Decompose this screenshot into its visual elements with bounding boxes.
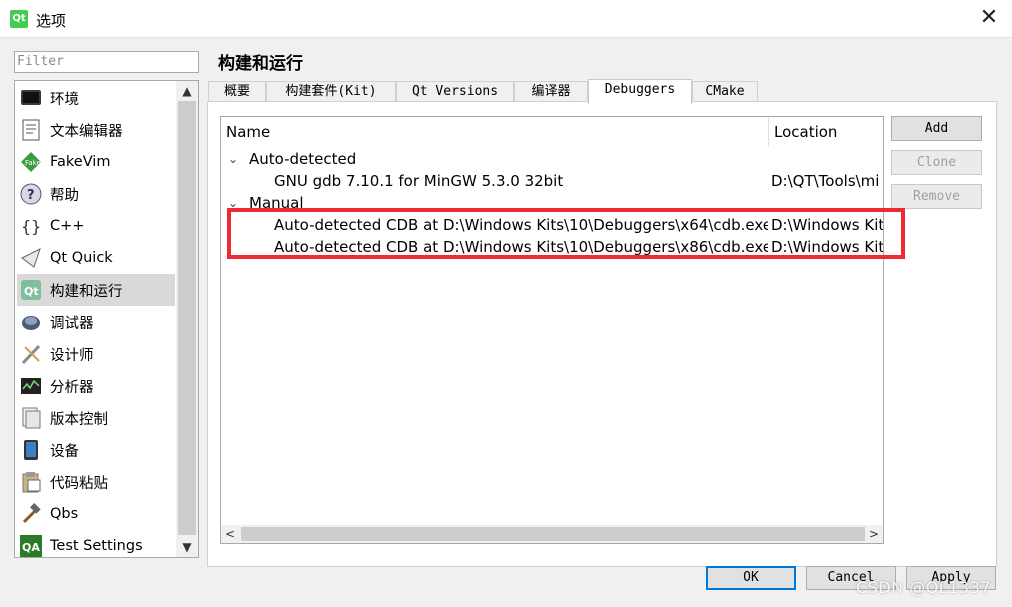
nav-item-label: FakeVim — [50, 154, 111, 170]
tab-overview[interactable]: 概要 — [208, 81, 266, 103]
debugger-row[interactable]: GNU gdb 7.10.1 for MinGW 5.3.0 32bit D:\… — [221, 170, 883, 192]
debugger-name: Auto-detected CDB at D:\Windows Kits\10\… — [274, 238, 768, 256]
debugger-location: D:\Windows Kit — [771, 216, 883, 234]
nav-item-qbs[interactable]: Qbs — [17, 498, 175, 530]
help-icon: ? — [20, 183, 42, 205]
scroll-left-icon[interactable]: < — [221, 525, 239, 543]
scrollbar-thumb[interactable] — [178, 101, 196, 535]
group-label: Manual — [249, 194, 304, 212]
debugger-icon — [20, 311, 42, 333]
nav-item-test-settings[interactable]: QA Test Settings — [17, 530, 175, 557]
designer-icon — [20, 343, 42, 365]
nav-item-environment[interactable]: 环境 — [17, 82, 175, 114]
text-editor-icon — [20, 119, 42, 141]
nav-item-label: C++ — [50, 218, 85, 234]
fakevim-icon: Fake — [20, 151, 42, 173]
watermark: CSDN @QL1337 — [856, 578, 991, 597]
analyzer-icon — [20, 375, 42, 397]
nav-item-label: 构建和运行 — [50, 283, 123, 300]
nav-item-label: 调试器 — [50, 315, 94, 332]
tab-compilers[interactable]: 编译器 — [514, 81, 588, 103]
nav-item-version-control[interactable]: 版本控制 — [17, 402, 175, 434]
nav-item-debugger[interactable]: 调试器 — [17, 306, 175, 338]
code-paste-icon — [20, 471, 42, 493]
filter-input[interactable]: Filter — [14, 51, 199, 73]
nav-item-help[interactable]: ? 帮助 — [17, 178, 175, 210]
nav-item-label: 代码粘贴 — [50, 475, 108, 492]
nav-item-build-run[interactable]: Qt 构建和运行 — [17, 274, 175, 306]
tab-kits[interactable]: 构建套件(Kit) — [266, 81, 396, 103]
scroll-up-icon[interactable]: ▲ — [176, 81, 198, 101]
qt-logo-icon: Qt — [10, 10, 28, 28]
debugger-name: Auto-detected CDB at D:\Windows Kits\10\… — [274, 216, 768, 234]
close-button[interactable]: ✕ — [974, 2, 1004, 34]
group-label: Auto-detected — [249, 150, 357, 168]
debugger-location: D:\QT\Tools\mi — [771, 172, 880, 190]
window-title: 选项 — [36, 12, 67, 30]
nav-item-fakevim[interactable]: Fake FakeVim — [17, 146, 175, 178]
svg-text:{}: {} — [21, 217, 41, 236]
debugger-location: D:\Windows Kit — [771, 238, 883, 256]
svg-text:?: ? — [27, 188, 35, 203]
version-control-icon — [20, 407, 42, 429]
debugger-row[interactable]: Auto-detected CDB at D:\Windows Kits\10\… — [221, 214, 883, 236]
tab-debuggers[interactable]: Debuggers — [588, 79, 692, 104]
add-button[interactable]: Add — [891, 116, 982, 141]
nav-item-label: Qt Quick — [50, 250, 113, 266]
nav-item-code-paste[interactable]: 代码粘贴 — [17, 466, 175, 498]
device-icon — [20, 439, 42, 461]
nav-item-designer[interactable]: 设计师 — [17, 338, 175, 370]
scrollbar-thumb[interactable] — [241, 527, 865, 541]
monitor-icon — [20, 87, 42, 109]
clone-button[interactable]: Clone — [891, 150, 982, 175]
qa-icon: QA — [20, 535, 42, 557]
scroll-down-icon[interactable]: ▼ — [176, 537, 198, 557]
nav-item-label: 版本控制 — [50, 411, 108, 428]
column-header-location[interactable]: Location — [769, 117, 883, 147]
nav-item-label: Test Settings — [50, 538, 143, 554]
nav-item-device[interactable]: 设备 — [17, 434, 175, 466]
ok-button[interactable]: OK — [706, 566, 796, 590]
debugger-tree[interactable]: Name Location ⌄ Auto-detected GNU gdb 7.… — [220, 116, 884, 544]
debuggers-panel: Name Location ⌄ Auto-detected GNU gdb 7.… — [207, 101, 997, 567]
build-run-icon: Qt — [20, 279, 42, 301]
nav-item-label: 分析器 — [50, 379, 94, 396]
nav-item-cpp[interactable]: {} C++ — [17, 210, 175, 242]
nav-item-label: 环境 — [50, 91, 79, 108]
nav-item-qt-quick[interactable]: Qt Quick — [17, 242, 175, 274]
chevron-down-icon[interactable]: ⌄ — [226, 192, 240, 214]
qt-quick-icon — [20, 247, 42, 269]
tab-cmake[interactable]: CMake — [692, 81, 758, 103]
title-bar: Qt 选项 ✕ — [0, 0, 1012, 38]
svg-text:Fake: Fake — [25, 159, 41, 167]
nav-item-label: 设计师 — [50, 347, 94, 364]
tab-qt-versions[interactable]: Qt Versions — [396, 81, 514, 103]
nav-item-label: 设备 — [50, 443, 79, 460]
nav-item-label: 文本编辑器 — [50, 123, 123, 140]
horizontal-scrollbar[interactable]: < > — [221, 525, 883, 543]
nav-item-label: Qbs — [50, 506, 79, 522]
svg-text:Qt: Qt — [24, 285, 39, 298]
column-header-name[interactable]: Name — [221, 117, 768, 147]
nav-item-label: 帮助 — [50, 187, 79, 204]
debugger-row[interactable]: Auto-detected CDB at D:\Windows Kits\10\… — [221, 236, 883, 258]
chevron-down-icon[interactable]: ⌄ — [226, 148, 240, 170]
group-row-auto-detected[interactable]: ⌄ Auto-detected — [221, 148, 883, 170]
category-list: 环境 文本编辑器 Fake FakeVim ? 帮助 {} C++ Qt Qui… — [14, 80, 199, 558]
nav-item-text-editor[interactable]: 文本编辑器 — [17, 114, 175, 146]
group-row-manual[interactable]: ⌄ Manual — [221, 192, 883, 214]
hammer-icon — [20, 503, 42, 525]
page-title: 构建和运行 — [218, 54, 303, 74]
svg-text:QA: QA — [22, 541, 40, 554]
category-list-scrollbar[interactable]: ▲ ▼ — [176, 81, 198, 557]
dialog-body: Filter 环境 文本编辑器 Fake FakeVim ? 帮助 {} C++… — [0, 38, 1012, 607]
nav-item-analyzer[interactable]: 分析器 — [17, 370, 175, 402]
scroll-right-icon[interactable]: > — [865, 525, 883, 543]
braces-icon: {} — [20, 215, 42, 237]
debugger-name: GNU gdb 7.10.1 for MinGW 5.3.0 32bit — [274, 172, 564, 190]
remove-button[interactable]: Remove — [891, 184, 982, 209]
